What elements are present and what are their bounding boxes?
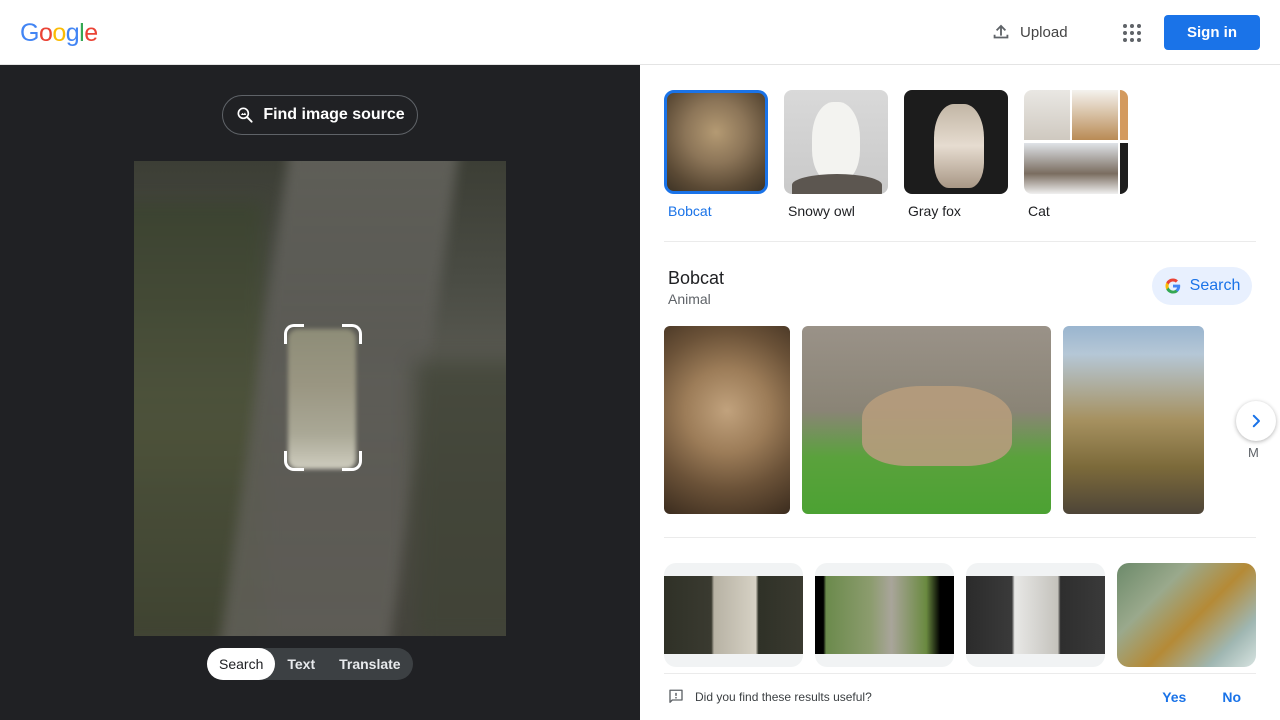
feedback-bar: Did you find these results useful? Yes N… bbox=[664, 673, 1256, 720]
crop-handle-top-left[interactable] bbox=[284, 324, 304, 344]
entity-search-button[interactable]: Search bbox=[1152, 267, 1252, 305]
chip-thumbnail bbox=[1024, 90, 1128, 194]
logo-letter: e bbox=[84, 19, 98, 47]
crop-handle-bottom-left[interactable] bbox=[284, 451, 304, 471]
divider bbox=[664, 241, 1256, 242]
chip-label: Gray fox bbox=[908, 203, 961, 219]
feedback-yes-button[interactable]: Yes bbox=[1162, 689, 1186, 705]
feedback-question: Did you find these results useful? bbox=[695, 690, 872, 704]
logo-letter: g bbox=[65, 19, 80, 47]
visual-match-card[interactable] bbox=[1117, 563, 1256, 667]
related-entities-row: Bobcat Snowy owl Gray fox Cat bbox=[664, 90, 1128, 219]
crop-selection-box[interactable] bbox=[284, 324, 362, 471]
entity-search-label: Search bbox=[1189, 277, 1241, 294]
entity-subtitle: Animal bbox=[668, 291, 711, 307]
chip-thumbnail bbox=[664, 90, 768, 194]
entity-chip-cat[interactable]: Cat bbox=[1024, 90, 1128, 219]
image-search-icon bbox=[237, 107, 253, 123]
upload-label: Upload bbox=[1020, 23, 1068, 41]
entity-image-gallery bbox=[664, 326, 1204, 514]
uploaded-image bbox=[134, 161, 506, 636]
google-g-icon bbox=[1165, 278, 1180, 294]
logo-letter: o bbox=[38, 19, 53, 47]
feedback-icon bbox=[669, 689, 683, 703]
gallery-more-label: M bbox=[1248, 445, 1259, 460]
entity-chip-gray-fox[interactable]: Gray fox bbox=[904, 90, 1008, 219]
tab-search[interactable]: Search bbox=[207, 648, 276, 680]
sign-in-button[interactable]: Sign in bbox=[1164, 15, 1260, 50]
visual-match-card[interactable] bbox=[815, 563, 954, 667]
find-image-source-button[interactable]: Find image source bbox=[222, 95, 418, 135]
entity-title: Bobcat bbox=[668, 268, 725, 288]
tab-text[interactable]: Text bbox=[275, 648, 327, 680]
upload-icon bbox=[993, 24, 1009, 39]
gallery-image[interactable] bbox=[802, 326, 1051, 514]
crop-handle-bottom-right[interactable] bbox=[342, 451, 362, 471]
entity-chip-snowy-owl[interactable]: Snowy owl bbox=[784, 90, 888, 219]
visual-match-card[interactable] bbox=[966, 563, 1105, 667]
top-header: Google Upload Sign in bbox=[0, 0, 1280, 65]
chip-label: Cat bbox=[1028, 203, 1050, 219]
gallery-next-button[interactable] bbox=[1236, 401, 1276, 441]
gallery-image[interactable] bbox=[664, 326, 790, 514]
divider bbox=[664, 537, 1256, 538]
chip-label: Bobcat bbox=[668, 203, 712, 219]
find-image-source-label: Find image source bbox=[263, 106, 405, 123]
upload-button[interactable]: Upload bbox=[990, 18, 1068, 46]
google-logo[interactable]: Google bbox=[20, 19, 98, 48]
results-panel: Bobcat Snowy owl Gray fox Cat Bobcat Ani… bbox=[640, 65, 1280, 720]
logo-letter: o bbox=[52, 19, 66, 47]
lens-mode-tabs: Search Text Translate bbox=[207, 648, 413, 680]
apps-grid-icon[interactable] bbox=[1119, 19, 1145, 45]
feedback-no-button[interactable]: No bbox=[1222, 689, 1241, 705]
image-preview-panel: Find image source Search Text Translate bbox=[0, 65, 640, 720]
chip-thumbnail bbox=[784, 90, 888, 194]
chip-label: Snowy owl bbox=[788, 203, 855, 219]
gallery-image[interactable] bbox=[1063, 326, 1204, 514]
logo-letter: G bbox=[20, 19, 39, 47]
chevron-right-icon bbox=[1252, 414, 1260, 428]
tab-translate[interactable]: Translate bbox=[327, 648, 412, 680]
crop-handle-top-right[interactable] bbox=[342, 324, 362, 344]
visual-matches-row bbox=[664, 563, 1256, 667]
visual-match-card[interactable] bbox=[664, 563, 803, 667]
entity-chip-bobcat[interactable]: Bobcat bbox=[664, 90, 768, 219]
chip-thumbnail bbox=[904, 90, 1008, 194]
